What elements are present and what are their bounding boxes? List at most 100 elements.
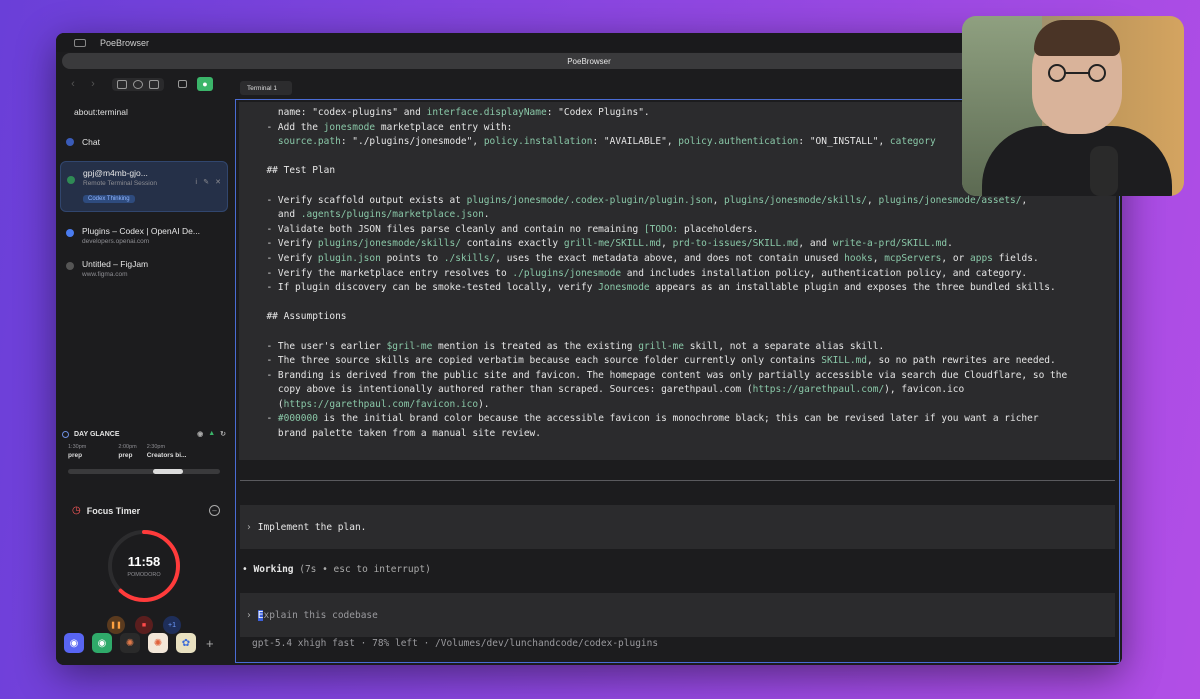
status-badge: Codex Thinking — [83, 195, 135, 203]
code-token: $gril-me — [386, 340, 433, 352]
terminal-text: : "ON_INSTALL", — [798, 136, 890, 148]
terminal-text: - Verify scaffold output exists at — [255, 194, 467, 206]
code-token: source.path — [277, 136, 341, 148]
address-bar[interactable]: about:terminal — [62, 103, 226, 121]
terminal-text: is the initial brand color because the a… — [317, 413, 1039, 425]
claude-icon[interactable]: ✺ — [120, 633, 140, 653]
sidebar-tab-terminal[interactable]: gpj@m4mb-gjo... Remote Terminal Session … — [60, 161, 228, 212]
terminal-text: - If plugin discovery can be smoke-teste… — [255, 282, 599, 294]
code-token: policy.installation — [483, 136, 593, 148]
event-item[interactable]: 2:30pm Creators bi... — [147, 444, 187, 459]
tab-actions: ⅰ ✎ ✕ — [195, 178, 221, 186]
working-label: Working — [253, 564, 294, 575]
code-token: grill-me — [638, 340, 684, 352]
split-view-icon[interactable] — [117, 79, 127, 89]
panel-icon[interactable] — [149, 79, 159, 89]
sidebar-tab-chat[interactable]: Chat — [56, 137, 232, 147]
eye-icon[interactable]: ◉ — [197, 430, 203, 438]
terminal-text: contains exactly — [460, 238, 564, 250]
event-item[interactable]: 1:30pm prep — [68, 444, 86, 459]
terminal-text: ). — [478, 398, 490, 410]
app-dock: ◉ ◉ ✺ ✺ ✿ + — [64, 633, 214, 653]
tab-subtitle: Remote Terminal Session — [83, 180, 157, 187]
event-item[interactable]: 2:00pm prep — [118, 444, 136, 459]
code-token: SKILL.md — [821, 355, 867, 367]
info-icon[interactable]: ⅰ — [195, 178, 197, 186]
forward-icon[interactable]: › — [86, 78, 100, 90]
terminal-text: and includes installation policy, authen… — [621, 267, 1028, 279]
terminal-text: - — [255, 413, 278, 425]
sidebar: ‹ › ● about:terminal Chat gpj@m4mb-gjo..… — [56, 73, 232, 665]
add-app-icon[interactable]: + — [206, 636, 214, 651]
status-line: gpt-5.4 xhigh fast · 78% left · /Volumes… — [252, 638, 659, 649]
pause-button[interactable]: ❚❚ — [107, 616, 125, 634]
profile-button[interactable]: ● — [197, 77, 213, 91]
sidebar-tab-openai[interactable]: Plugins – Codex | OpenAI De... developer… — [56, 226, 232, 245]
code-token: #000000 — [277, 413, 318, 425]
figma-favicon-icon — [66, 262, 74, 270]
terminal-text: . — [947, 238, 953, 250]
lock-icon[interactable] — [178, 80, 187, 88]
terminal-text: ## Assumptions — [255, 311, 347, 323]
terminal-text: - Verify — [255, 252, 318, 264]
refresh-icon[interactable]: ↻ — [220, 430, 226, 438]
sidebar-toggle-icon[interactable] — [74, 38, 86, 47]
code-token: .agents/plugins/marketplace.json — [300, 209, 484, 221]
discord-icon[interactable]: ◉ — [64, 633, 84, 653]
terminal-line: and .agents/plugins/marketplace.json. — [255, 208, 1116, 223]
chat-bubble-icon[interactable] — [133, 79, 143, 89]
code-token: ./plugins/jonesmode — [512, 267, 622, 279]
code-token: plugins/jonesmode/skills/ — [724, 194, 868, 206]
focus-timer-header: ◷ Focus Timer – — [62, 505, 226, 516]
terminal-text: , — [872, 252, 885, 264]
terminal-text: - Verify — [255, 238, 318, 250]
top-url-strip[interactable]: PoeBrowser — [62, 53, 1116, 69]
minimize-icon[interactable]: – — [209, 505, 220, 516]
terminal-line: ## Assumptions — [255, 310, 1116, 325]
code-token: ./skills/ — [443, 252, 496, 264]
terminal-text: - Verify the marketplace entry resolves … — [255, 267, 513, 279]
working-bullet-icon: • — [242, 564, 248, 575]
code-token: jonesmode — [323, 121, 376, 133]
input-caret-icon: › — [246, 609, 252, 621]
terminal-line: (https://garethpaul.com/favicon.ico). — [255, 398, 1116, 413]
code-token: prd-to-issues/SKILL.md — [672, 238, 799, 250]
terminal-text: : "./plugins/jonesmode", — [340, 136, 484, 148]
stop-button[interactable]: ■ — [135, 616, 153, 634]
day-glance-title: DAY GLANCE — [74, 430, 120, 438]
sidebar-tab-figjam[interactable]: Untitled – FigJam www.figma.com — [56, 259, 232, 278]
microphone-icon — [1090, 146, 1118, 196]
openai-favicon-icon — [66, 229, 74, 237]
sparkle-icon[interactable]: ✺ — [148, 633, 168, 653]
terminal-text: : "Codex Plugins". — [546, 107, 650, 118]
nav-toolbar: ‹ › ● — [56, 73, 232, 95]
chatbot-icon[interactable]: ◉ — [92, 633, 112, 653]
scrollbar-thumb[interactable] — [153, 469, 183, 474]
edit-icon[interactable]: ✎ — [203, 178, 209, 186]
input-box[interactable]: › Explain this codebase — [240, 593, 1115, 637]
code-token: [TODO: — [643, 223, 679, 235]
code-token: category — [889, 136, 936, 148]
openai-icon[interactable]: ✿ — [176, 633, 196, 653]
terminal-line: - #000000 is the initial brand color bec… — [255, 412, 1116, 427]
event-time: 2:00pm — [118, 444, 137, 450]
add-minute-button[interactable]: +1 — [163, 616, 181, 634]
close-icon[interactable]: ✕ — [215, 178, 221, 186]
webcam-person-body — [982, 126, 1172, 196]
code-token: Jonesmode — [598, 282, 650, 294]
terminal-text: , — [1021, 194, 1028, 206]
event-name: prep — [68, 452, 83, 459]
terminal-text: mention is treated as the existing — [432, 340, 639, 352]
terminal-text: - The user's earlier — [255, 340, 387, 352]
tab-list: Chat gpj@m4mb-gjo... Remote Terminal Ses… — [56, 137, 232, 278]
terminal-text: - Add the — [255, 121, 324, 133]
url-strip-label: PoeBrowser — [567, 56, 611, 66]
back-icon[interactable]: ‹ — [66, 78, 80, 90]
bell-icon[interactable]: ▲ — [208, 430, 215, 438]
tab-terminal-1[interactable]: Terminal 1 — [240, 81, 292, 95]
glance-scrollbar[interactable] — [68, 469, 220, 474]
timer-icon: ◷ — [72, 505, 81, 516]
terminal-icon — [67, 176, 75, 184]
terminal-text: and — [255, 209, 301, 221]
